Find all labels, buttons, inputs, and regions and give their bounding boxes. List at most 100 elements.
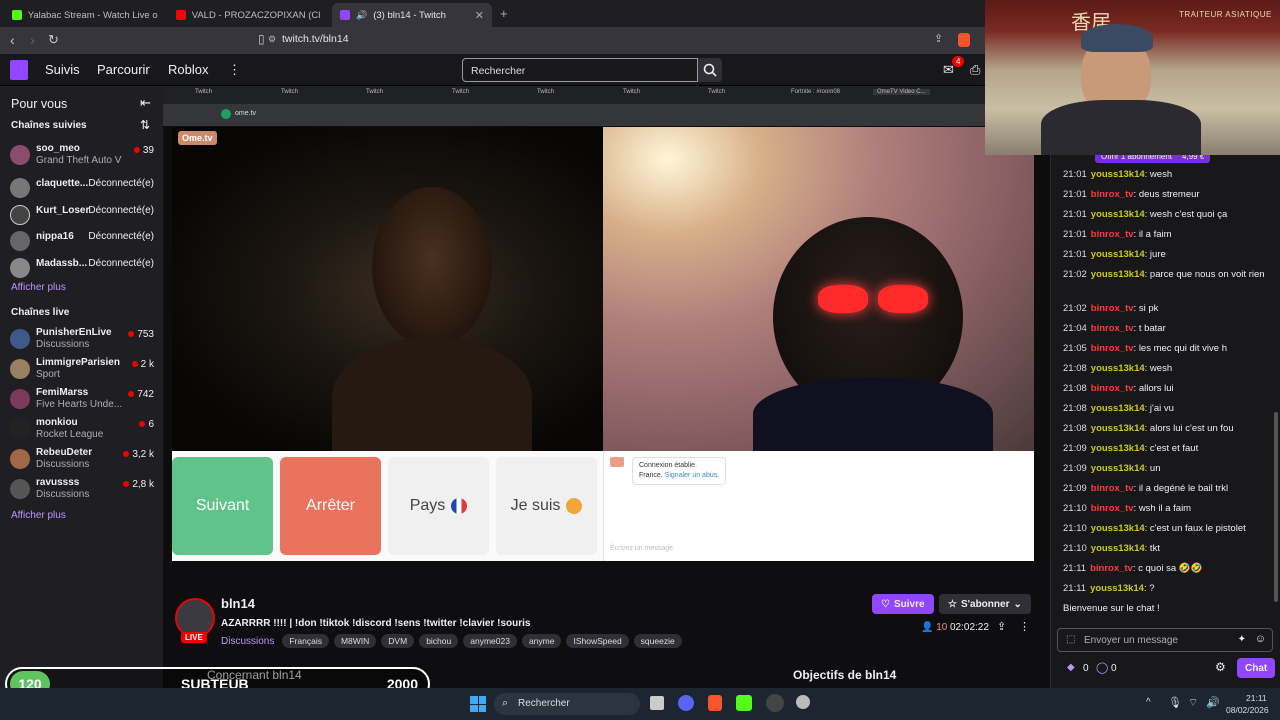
taskbar-search[interactable]: ⌕ Rechercher [494, 693, 640, 715]
chat-username[interactable]: youss13k14 [1090, 583, 1144, 594]
magic-icon[interactable]: ✦ [1238, 634, 1246, 645]
subscribe-button[interactable]: ☆ S'abonner ⌄ [939, 594, 1031, 614]
collapse-sidebar-icon[interactable]: ⇤ [140, 95, 151, 111]
chat-username[interactable]: youss13k14 [1091, 463, 1145, 474]
chat-username[interactable]: youss13k14 [1091, 363, 1145, 374]
brave-shield-icon[interactable] [958, 33, 970, 47]
stream-player[interactable]: Twitch Twitch Twitch Twitch Twitch Twitc… [163, 86, 1050, 564]
sidebar-channel[interactable]: RebeuDeter Discussions 3,2 k [10, 447, 160, 473]
chat-username[interactable]: binrox_tv [1091, 343, 1134, 354]
sidebar-channel[interactable]: monkiou Rocket League 6 [10, 417, 160, 443]
chat-scrollbar[interactable] [1274, 412, 1278, 602]
sidebar-channel[interactable]: LimmigreParisien Sport 2 k [10, 357, 160, 383]
ome-iam-button[interactable]: Je suis [496, 457, 597, 555]
sidebar-channel[interactable]: soo_meo Grand Theft Auto V 39 [10, 143, 160, 169]
search-input[interactable]: Rechercher [462, 58, 698, 82]
obs-icon[interactable] [766, 694, 784, 712]
chat-input[interactable]: ⬚ Envoyer un message ✦ ☺ [1057, 628, 1273, 652]
share-icon[interactable]: ⇪ [997, 620, 1006, 633]
ome-message-input[interactable]: Écrivez un message [610, 545, 673, 552]
chat-username[interactable]: binrox_tv [1091, 383, 1134, 394]
sidebar-channel[interactable]: PunisherEnLive Discussions 753 [10, 327, 160, 353]
settings-gear-icon[interactable]: ⚙ [1215, 660, 1226, 674]
chat-username[interactable]: youss13k14 [1091, 543, 1145, 554]
more-menu-icon[interactable]: ⋮ [228, 62, 241, 78]
tray-chevron-icon[interactable]: ^ [1146, 697, 1151, 708]
bits-icon[interactable]: ◆ [1067, 662, 1075, 673]
chat-username[interactable]: youss13k14 [1091, 209, 1145, 220]
report-abuse-link[interactable]: Signaler un abus. [665, 472, 719, 479]
channel-points-icon[interactable]: ◯ [1096, 661, 1108, 674]
url-field[interactable]: twitch.tv/bln14 [282, 33, 349, 45]
search-button[interactable] [698, 58, 722, 82]
brave-icon[interactable] [708, 695, 722, 711]
site-info-icon[interactable]: ⚙ [268, 34, 276, 45]
sort-icon[interactable]: ⇅ [140, 118, 150, 132]
nav-parcourir[interactable]: Parcourir [97, 62, 150, 77]
notifications-icon[interactable]: ⎙ [970, 62, 980, 78]
browser-tab[interactable]: Yalabac Stream - Watch Live on Kick [4, 3, 166, 27]
new-tab-icon[interactable]: + [500, 6, 508, 21]
chat-username[interactable]: youss13k14 [1091, 169, 1145, 180]
chat-username[interactable]: youss13k14 [1091, 423, 1145, 434]
windows-start-icon[interactable] [470, 696, 486, 712]
more-options-icon[interactable]: ⋮ [1019, 620, 1030, 633]
reload-icon[interactable]: ↻ [48, 32, 59, 48]
discord-icon[interactable] [678, 695, 694, 711]
chat-username[interactable]: youss13k14 [1091, 403, 1145, 414]
chat-send-button[interactable]: Chat [1237, 658, 1276, 678]
twitch-logo-icon[interactable] [10, 60, 28, 80]
emoji-icon[interactable]: ☺ [1255, 633, 1266, 645]
settings-icon[interactable] [796, 695, 810, 709]
sidebar-channel[interactable]: nippa16 Déconnecté(e) [10, 229, 160, 255]
tag[interactable]: M8WIN [333, 634, 377, 648]
chat-username[interactable]: binrox_tv [1091, 303, 1134, 314]
sidebar-channel[interactable]: Madassb... Déconnecté(e) [10, 256, 160, 282]
category-link[interactable]: Discussions [221, 636, 274, 647]
browser-tab[interactable]: VALD - PROZACZOPIXAN (Clip offici... [168, 3, 328, 27]
tag[interactable]: bichou [419, 634, 459, 648]
follow-button[interactable]: ♡ Suivre [872, 594, 934, 614]
tag[interactable]: DVM [381, 634, 415, 648]
chat-username[interactable]: youss13k14 [1091, 443, 1145, 454]
chat-username[interactable]: binrox_tv [1091, 503, 1134, 514]
chat-username[interactable]: youss13k14 [1091, 269, 1145, 280]
forward-icon[interactable]: › [30, 32, 35, 48]
sidebar-channel[interactable]: claquette... Déconnecté(e) [10, 176, 160, 202]
show-more-live-link[interactable]: Afficher plus [11, 510, 66, 521]
app-icon[interactable] [736, 695, 752, 711]
task-view-icon[interactable] [650, 696, 664, 710]
chat-username[interactable]: binrox_tv [1091, 189, 1134, 200]
ome-next-button[interactable]: Suivant [172, 457, 273, 555]
ome-country-button[interactable]: Pays [388, 457, 489, 555]
chat-username[interactable]: youss13k14 [1091, 249, 1145, 260]
chat-username[interactable]: binrox_tv [1090, 563, 1133, 574]
nav-suivis[interactable]: Suivis [45, 62, 80, 77]
nav-roblox[interactable]: Roblox [168, 62, 208, 77]
chat-text: : si pk [1133, 303, 1159, 314]
sidebar-channel[interactable]: Kurt_Loser Déconnecté(e) [10, 203, 160, 229]
browser-tab-active[interactable]: 🔊 (3) bln14 - Twitch ✕ [332, 3, 492, 27]
tag[interactable]: Français [282, 634, 329, 648]
tag[interactable]: IShowSpeed [566, 634, 629, 648]
tag[interactable]: squeezie [633, 634, 682, 648]
channel-name[interactable]: bln14 [221, 596, 255, 611]
bookmark-icon[interactable]: ▯ [258, 32, 265, 46]
tag[interactable]: anyme [521, 634, 562, 648]
chat-username[interactable]: binrox_tv [1091, 323, 1134, 334]
chat-badge-icon[interactable]: ⬚ [1066, 634, 1075, 645]
show-more-followed-link[interactable]: Afficher plus [11, 282, 66, 293]
sidebar-channel[interactable]: ravussss Discussions 2,8 k [10, 477, 160, 503]
chat-username[interactable]: binrox_tv [1091, 229, 1134, 240]
ome-stop-button[interactable]: Arrêter [280, 457, 381, 555]
tag[interactable]: anyme023 [463, 634, 517, 648]
volume-icon[interactable]: 🔊 [1206, 696, 1220, 709]
sidebar-channel[interactable]: FemiMarss Five Hearts Unde... 742 [10, 387, 160, 413]
share-icon[interactable]: ⇪ [934, 32, 943, 45]
back-icon[interactable]: ‹ [10, 32, 15, 48]
mic-icon[interactable]: 🎙 [1168, 696, 1182, 709]
chat-username[interactable]: youss13k14 [1091, 523, 1145, 534]
close-tab-icon[interactable]: ✕ [475, 9, 484, 22]
chat-username[interactable]: binrox_tv [1091, 483, 1134, 494]
network-icon[interactable]: ⌔ [1188, 696, 1198, 710]
